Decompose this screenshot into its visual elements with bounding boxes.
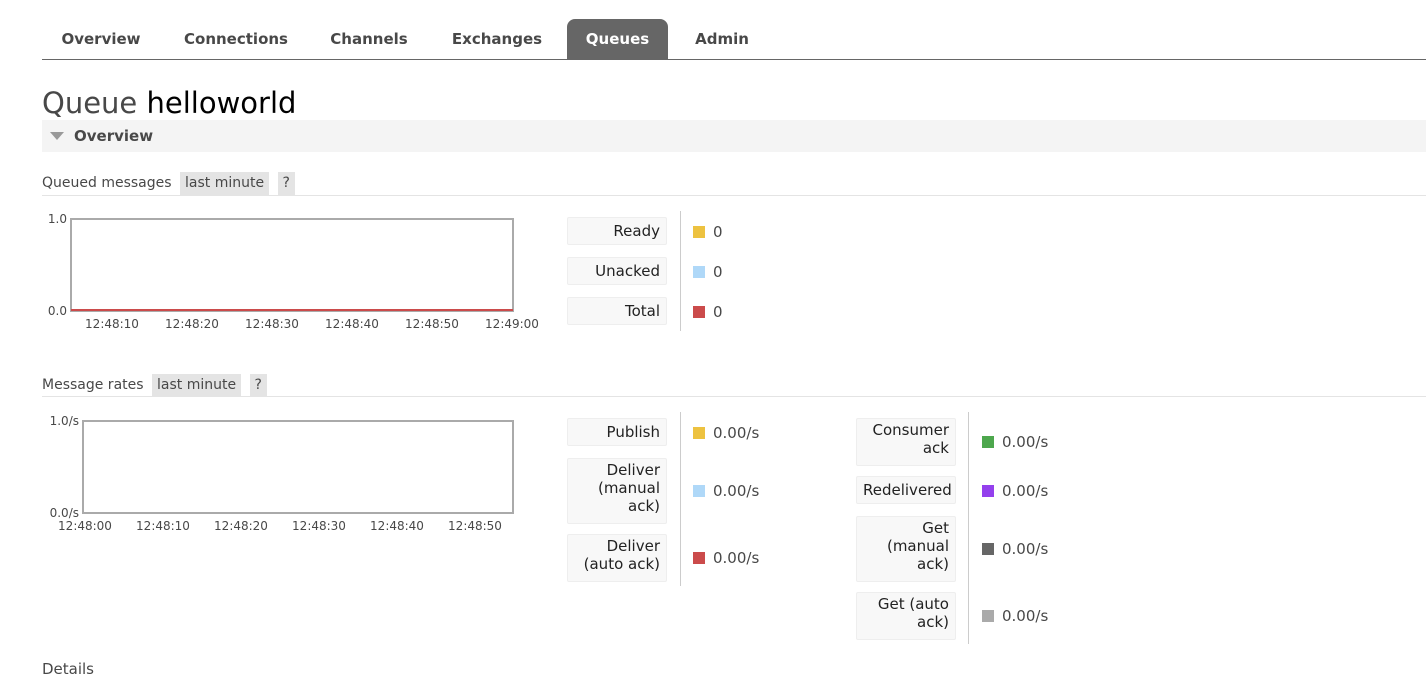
legend-value-ready: 0 — [693, 223, 723, 241]
x-tick-label: 12:48:20 — [165, 317, 219, 331]
legend-value-deliver-auto: 0.00/s — [693, 549, 759, 567]
legend-value-publish: 0.00/s — [693, 424, 759, 442]
x-tick-label: 12:48:10 — [85, 317, 139, 331]
legend-value-get-auto: 0.00/s — [982, 607, 1048, 625]
x-tick-label: 12:48:20 — [214, 519, 268, 533]
queued-messages-heading: Queued messages last minute ? — [42, 172, 295, 195]
legend-label-total: Total — [567, 297, 667, 325]
legend-value-total: 0 — [693, 303, 723, 321]
plot-area — [82, 420, 514, 514]
tab-admin[interactable]: Admin — [682, 19, 762, 59]
legend-label-consumer-ack: Consumer ack — [856, 418, 956, 466]
queued-help-button[interactable]: ? — [277, 172, 295, 195]
legend-divider — [680, 211, 681, 331]
queue-name: helloworld — [146, 86, 297, 120]
x-tick-label: 12:48:40 — [370, 519, 424, 533]
swatch-icon — [693, 226, 705, 238]
legend-label-deliver-auto: Deliver (auto ack) — [567, 534, 667, 582]
main-nav: Overview Connections Channels Exchanges … — [42, 19, 1426, 60]
legend-divider — [968, 412, 969, 644]
legend-label-unacked: Unacked — [567, 257, 667, 285]
x-tick-label: 12:48:50 — [448, 519, 502, 533]
x-tick-label: 12:49:00 — [485, 317, 539, 331]
tab-queues[interactable]: Queues — [567, 19, 668, 59]
x-tick-label: 12:48:00 — [58, 519, 112, 533]
swatch-icon — [693, 485, 705, 497]
rates-range-selector[interactable]: last minute — [152, 374, 242, 397]
swatch-icon — [693, 266, 705, 278]
legend-value-deliver-manual: 0.00/s — [693, 482, 759, 500]
swatch-icon — [693, 306, 705, 318]
queued-messages-title: Queued messages — [42, 175, 172, 191]
swatch-icon — [982, 610, 994, 622]
divider — [42, 396, 1426, 397]
queued-range-selector[interactable]: last minute — [180, 172, 270, 195]
divider — [42, 195, 1426, 196]
plot-area — [70, 218, 514, 312]
swatch-icon — [982, 485, 994, 497]
collapse-triangle-icon — [50, 132, 64, 140]
legend-value-unacked: 0 — [693, 263, 723, 281]
legend-value-redelivered: 0.00/s — [982, 482, 1048, 500]
rates-help-button[interactable]: ? — [249, 374, 267, 397]
legend-label-get-auto: Get (auto ack) — [856, 592, 956, 640]
legend-divider — [680, 412, 681, 586]
swatch-icon — [693, 427, 705, 439]
legend-label-redelivered: Redelivered — [856, 476, 956, 504]
message-rates-chart: 1.0/s 0.0/s 12:48:00 12:48:10 12:48:20 12:48:… — [40, 414, 550, 548]
legend-label-get-manual: Get (manual ack) — [856, 516, 956, 582]
message-rates-title: Message rates — [42, 377, 144, 393]
x-tick-label: 12:48:50 — [405, 317, 459, 331]
y-tick-label: 1.0 — [48, 212, 67, 226]
legend-label-ready: Ready — [567, 217, 667, 245]
tab-channels[interactable]: Channels — [314, 19, 424, 59]
tab-exchanges[interactable]: Exchanges — [438, 19, 556, 59]
x-tick-label: 12:48:10 — [136, 519, 190, 533]
page-title: Queue helloworld — [42, 86, 296, 120]
details-heading: Details — [42, 660, 95, 674]
overview-section-toggle[interactable]: Overview — [42, 120, 1426, 152]
queued-messages-chart: 1.0 0.0 12:48:10 12:48:20 12:48:30 12:48:40 12… — [40, 212, 550, 346]
tab-overview[interactable]: Overview — [42, 19, 160, 59]
legend-value-consumer-ack: 0.00/s — [982, 433, 1048, 451]
swatch-icon — [693, 552, 705, 564]
x-tick-label: 12:48:30 — [245, 317, 299, 331]
x-tick-label: 12:48:30 — [292, 519, 346, 533]
section-title: Overview — [74, 127, 154, 145]
legend-value-get-manual: 0.00/s — [982, 540, 1048, 558]
legend-label-publish: Publish — [567, 418, 667, 446]
x-tick-label: 12:48:40 — [325, 317, 379, 331]
y-tick-label: 0.0/s — [50, 506, 79, 520]
y-tick-label: 0.0 — [48, 304, 67, 318]
legend-label-deliver-manual: Deliver (manual ack) — [567, 458, 667, 524]
swatch-icon — [982, 436, 994, 448]
page-title-prefix: Queue — [42, 86, 138, 120]
swatch-icon — [982, 543, 994, 555]
tab-connections[interactable]: Connections — [172, 19, 300, 59]
message-rates-heading: Message rates last minute ? — [42, 374, 267, 397]
y-tick-label: 1.0/s — [50, 414, 79, 428]
